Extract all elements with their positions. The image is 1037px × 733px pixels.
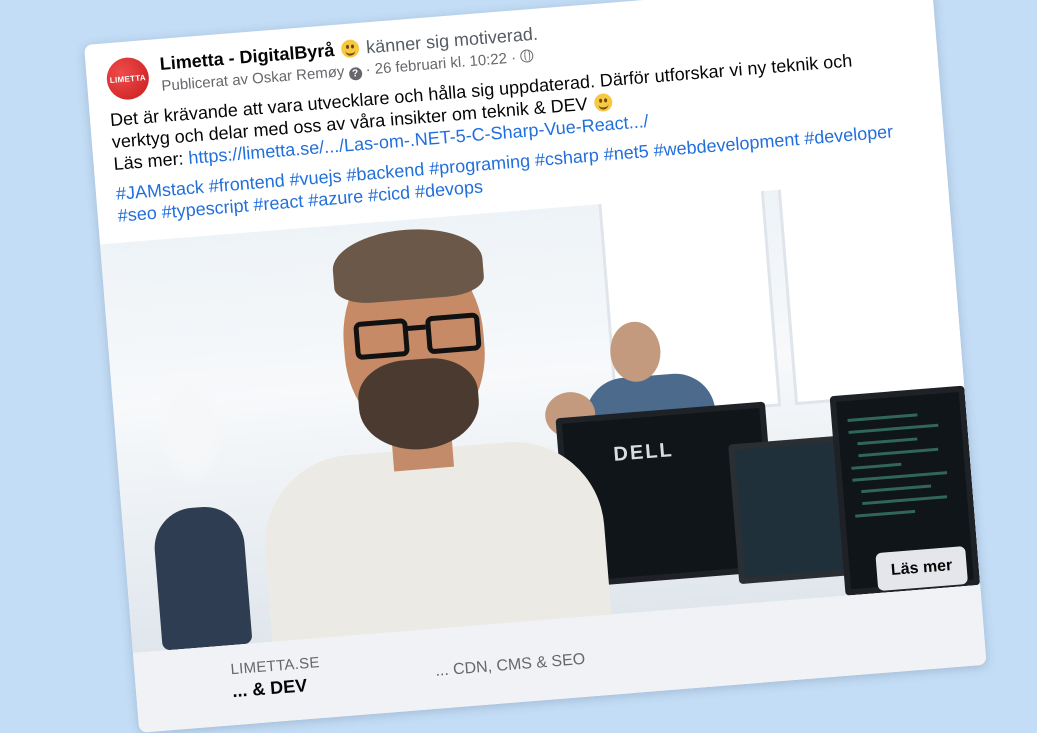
glasses (424, 312, 482, 355)
post-image[interactable]: DELL (100, 176, 981, 654)
post-card: LIMETTA Limetta - DigitalByrå känner sig… (84, 0, 987, 733)
plant (150, 365, 230, 491)
read-more-button[interactable]: Läs mer (875, 545, 969, 592)
smile-emoji-icon (593, 92, 614, 113)
window (777, 176, 971, 406)
glasses (353, 317, 410, 361)
preview-description: ... CDN, CMS & SEO (434, 650, 586, 680)
page-avatar[interactable]: LIMETTA (105, 55, 151, 102)
read-more-prefix: Läs mer: (112, 148, 185, 174)
preview-domain: LIMETTA.SE (229, 654, 321, 679)
background-person (151, 503, 253, 651)
smile-emoji-icon (340, 38, 360, 59)
monitor-brand: DELL (612, 439, 675, 466)
man-hair (330, 223, 486, 306)
man-beard (355, 354, 483, 454)
help-icon[interactable]: ? (348, 66, 363, 81)
preview-title[interactable]: ... & DEV (231, 675, 307, 702)
globe-icon (519, 49, 534, 64)
